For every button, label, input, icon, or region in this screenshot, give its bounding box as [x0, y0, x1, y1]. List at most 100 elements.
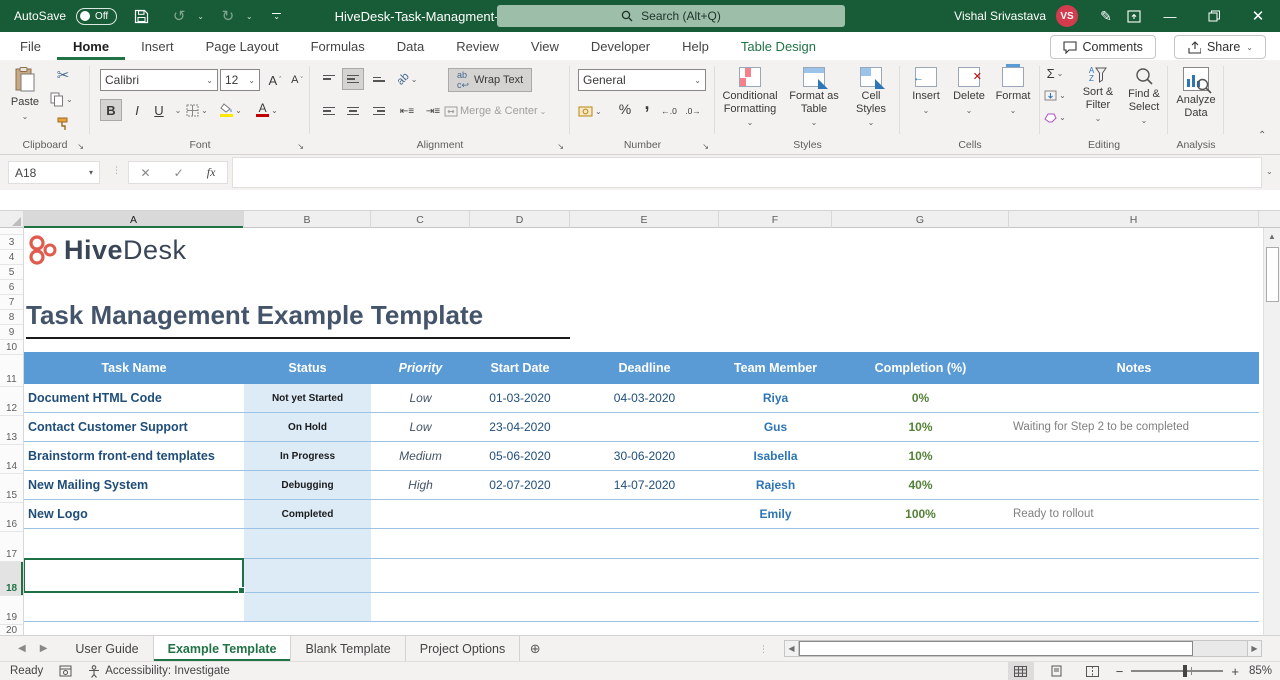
sheet-nav-left-icon[interactable]: ◀ — [18, 643, 26, 654]
tab-page-layout[interactable]: Page Layout — [190, 32, 295, 60]
zoom-slider-thumb[interactable] — [1183, 665, 1187, 677]
bold-button[interactable]: B — [100, 99, 122, 121]
sheet-nav-right-icon[interactable]: ▶ — [40, 643, 48, 654]
name-box[interactable]: A18 ▾ — [8, 161, 100, 184]
clear-icon[interactable]: ⌄ — [1044, 108, 1066, 126]
inking-pen-icon[interactable]: ✎ — [1092, 4, 1120, 28]
tab-home[interactable]: Home — [57, 32, 125, 60]
accounting-format-icon[interactable]: ⌄ — [578, 100, 602, 122]
table-row[interactable]: Contact Customer Support On Hold Low 23-… — [24, 413, 1259, 442]
sheet-tab-user-guide[interactable]: User Guide — [61, 636, 153, 661]
tab-file[interactable]: File — [4, 32, 57, 60]
column-header-c[interactable]: C — [371, 211, 470, 228]
tab-scroll-divider[interactable]: ⋮ — [759, 644, 768, 655]
collapse-ribbon-icon[interactable]: ⌃ — [1258, 130, 1266, 141]
new-sheet-icon[interactable]: ⊕ — [520, 636, 550, 661]
scroll-up-icon[interactable]: ▲ — [1264, 228, 1280, 245]
alignment-dialog-launcher-icon[interactable]: ↘ — [557, 142, 564, 151]
table-header-row[interactable]: Task Name Status Priority Start Date Dea… — [24, 352, 1259, 384]
redo-dropdown-icon[interactable]: ⌄ — [246, 12, 253, 21]
row-header[interactable]: 14 — [0, 445, 23, 474]
table-row[interactable]: New Mailing System Debugging High 02-07-… — [24, 471, 1259, 500]
row-header[interactable]: 5 — [0, 265, 23, 280]
column-header-g[interactable]: G — [832, 211, 1009, 228]
row-header[interactable]: 9 — [0, 325, 23, 340]
font-dialog-launcher-icon[interactable]: ↘ — [297, 142, 304, 151]
row-header[interactable]: 8 — [0, 310, 23, 325]
close-button[interactable]: ✕ — [1236, 0, 1280, 32]
scroll-left-icon[interactable]: ◀ — [784, 640, 799, 657]
page-layout-view-icon[interactable] — [1044, 662, 1070, 680]
tab-developer[interactable]: Developer — [575, 32, 666, 60]
format-painter-icon[interactable] — [52, 112, 74, 134]
expand-formula-bar-icon[interactable]: ⌄ — [1266, 167, 1273, 176]
fill-icon[interactable]: ⌄ — [1044, 86, 1066, 104]
number-dialog-launcher-icon[interactable]: ↘ — [702, 142, 709, 151]
tab-insert[interactable]: Insert — [125, 32, 190, 60]
column-header-e[interactable]: E — [570, 211, 719, 228]
formula-bar-grip[interactable]: ⋮ — [112, 165, 122, 176]
cut-icon[interactable]: ✂ — [52, 64, 74, 86]
delete-cells-button[interactable]: ✕ Delete⌄ — [948, 60, 990, 138]
align-right-icon[interactable] — [368, 100, 390, 122]
redo-icon[interactable]: ↻ — [214, 4, 242, 28]
row-header[interactable]: 19 — [0, 596, 23, 625]
undo-icon[interactable]: ↺ — [165, 4, 193, 28]
scroll-right-icon[interactable]: ▶ — [1247, 640, 1262, 657]
tab-help[interactable]: Help — [666, 32, 725, 60]
tab-formulas[interactable]: Formulas — [295, 32, 381, 60]
formula-input[interactable] — [232, 157, 1262, 188]
minimize-button[interactable]: — — [1148, 0, 1192, 32]
row-header[interactable]: 16 — [0, 503, 23, 532]
row-header[interactable]: 7 — [0, 295, 23, 310]
comments-button[interactable]: Comments — [1050, 35, 1156, 59]
sheet-tab-blank-template[interactable]: Blank Template — [291, 636, 405, 661]
horizontal-scroll-thumb[interactable] — [799, 641, 1193, 656]
column-header-h[interactable]: H — [1009, 211, 1259, 228]
analyze-data-button[interactable]: Analyze Data — [1170, 60, 1222, 138]
wrap-text-button[interactable]: abc↩ Wrap Text — [448, 68, 532, 92]
column-header-b[interactable]: B — [244, 211, 371, 228]
cancel-icon[interactable]: ✕ — [141, 166, 151, 180]
vertical-scrollbar[interactable]: ▲ — [1263, 228, 1280, 635]
horizontal-scrollbar[interactable]: ◀ ▶ — [784, 640, 1262, 657]
table-row[interactable]: Brainstorm front-end templates In Progre… — [24, 442, 1259, 471]
align-center-icon[interactable] — [342, 100, 364, 122]
format-cells-button[interactable]: Format⌄ — [992, 60, 1034, 138]
share-button[interactable]: Share ⌄ — [1174, 35, 1266, 59]
zoom-out-icon[interactable]: − — [1116, 664, 1124, 679]
find-select-button[interactable]: Find & Select⌄ — [1122, 60, 1166, 138]
empty-table-row[interactable] — [24, 529, 1259, 559]
fill-color-icon[interactable]: ⌄ — [220, 99, 242, 121]
row-header[interactable]: 10 — [0, 340, 23, 355]
tab-view[interactable]: View — [515, 32, 575, 60]
italic-button[interactable]: I — [126, 99, 148, 121]
font-name-select[interactable]: Calibri⌄ — [100, 69, 218, 91]
tab-data[interactable]: Data — [381, 32, 440, 60]
avatar[interactable]: VS — [1056, 5, 1078, 27]
restore-button[interactable] — [1192, 0, 1236, 32]
autosum-icon[interactable]: Σ⌄ — [1044, 64, 1066, 82]
tab-table-design[interactable]: Table Design — [725, 32, 832, 60]
normal-view-icon[interactable] — [1008, 662, 1034, 680]
table-row[interactable]: New Logo Completed Emily 100% Ready to r… — [24, 500, 1259, 529]
orientation-icon[interactable]: ab⌄ — [396, 68, 418, 90]
middle-align-icon[interactable] — [342, 68, 364, 90]
column-header-d[interactable]: D — [470, 211, 570, 228]
row-header[interactable]: 4 — [0, 250, 23, 265]
enter-icon[interactable]: ✓ — [174, 166, 184, 180]
sheet-tab-example-template[interactable]: Example Template — [154, 636, 292, 661]
row-header[interactable]: 6 — [0, 280, 23, 295]
font-color-icon[interactable]: A ⌄ — [256, 99, 278, 121]
tab-review[interactable]: Review — [440, 32, 515, 60]
row-header[interactable]: 3 — [0, 235, 23, 250]
user-name[interactable]: Vishal Srivastava — [954, 9, 1046, 23]
number-format-select[interactable]: General⌄ — [578, 69, 706, 91]
bottom-align-icon[interactable] — [368, 68, 390, 90]
comma-style-icon[interactable]: , — [636, 92, 658, 114]
cell-styles-button[interactable]: Cell Styles⌄ — [847, 60, 895, 138]
clipboard-dialog-launcher-icon[interactable]: ↘ — [77, 142, 84, 151]
row-header[interactable]: 15 — [0, 474, 23, 503]
active-cell-selection[interactable] — [24, 558, 244, 593]
column-header-f[interactable]: F — [719, 211, 832, 228]
